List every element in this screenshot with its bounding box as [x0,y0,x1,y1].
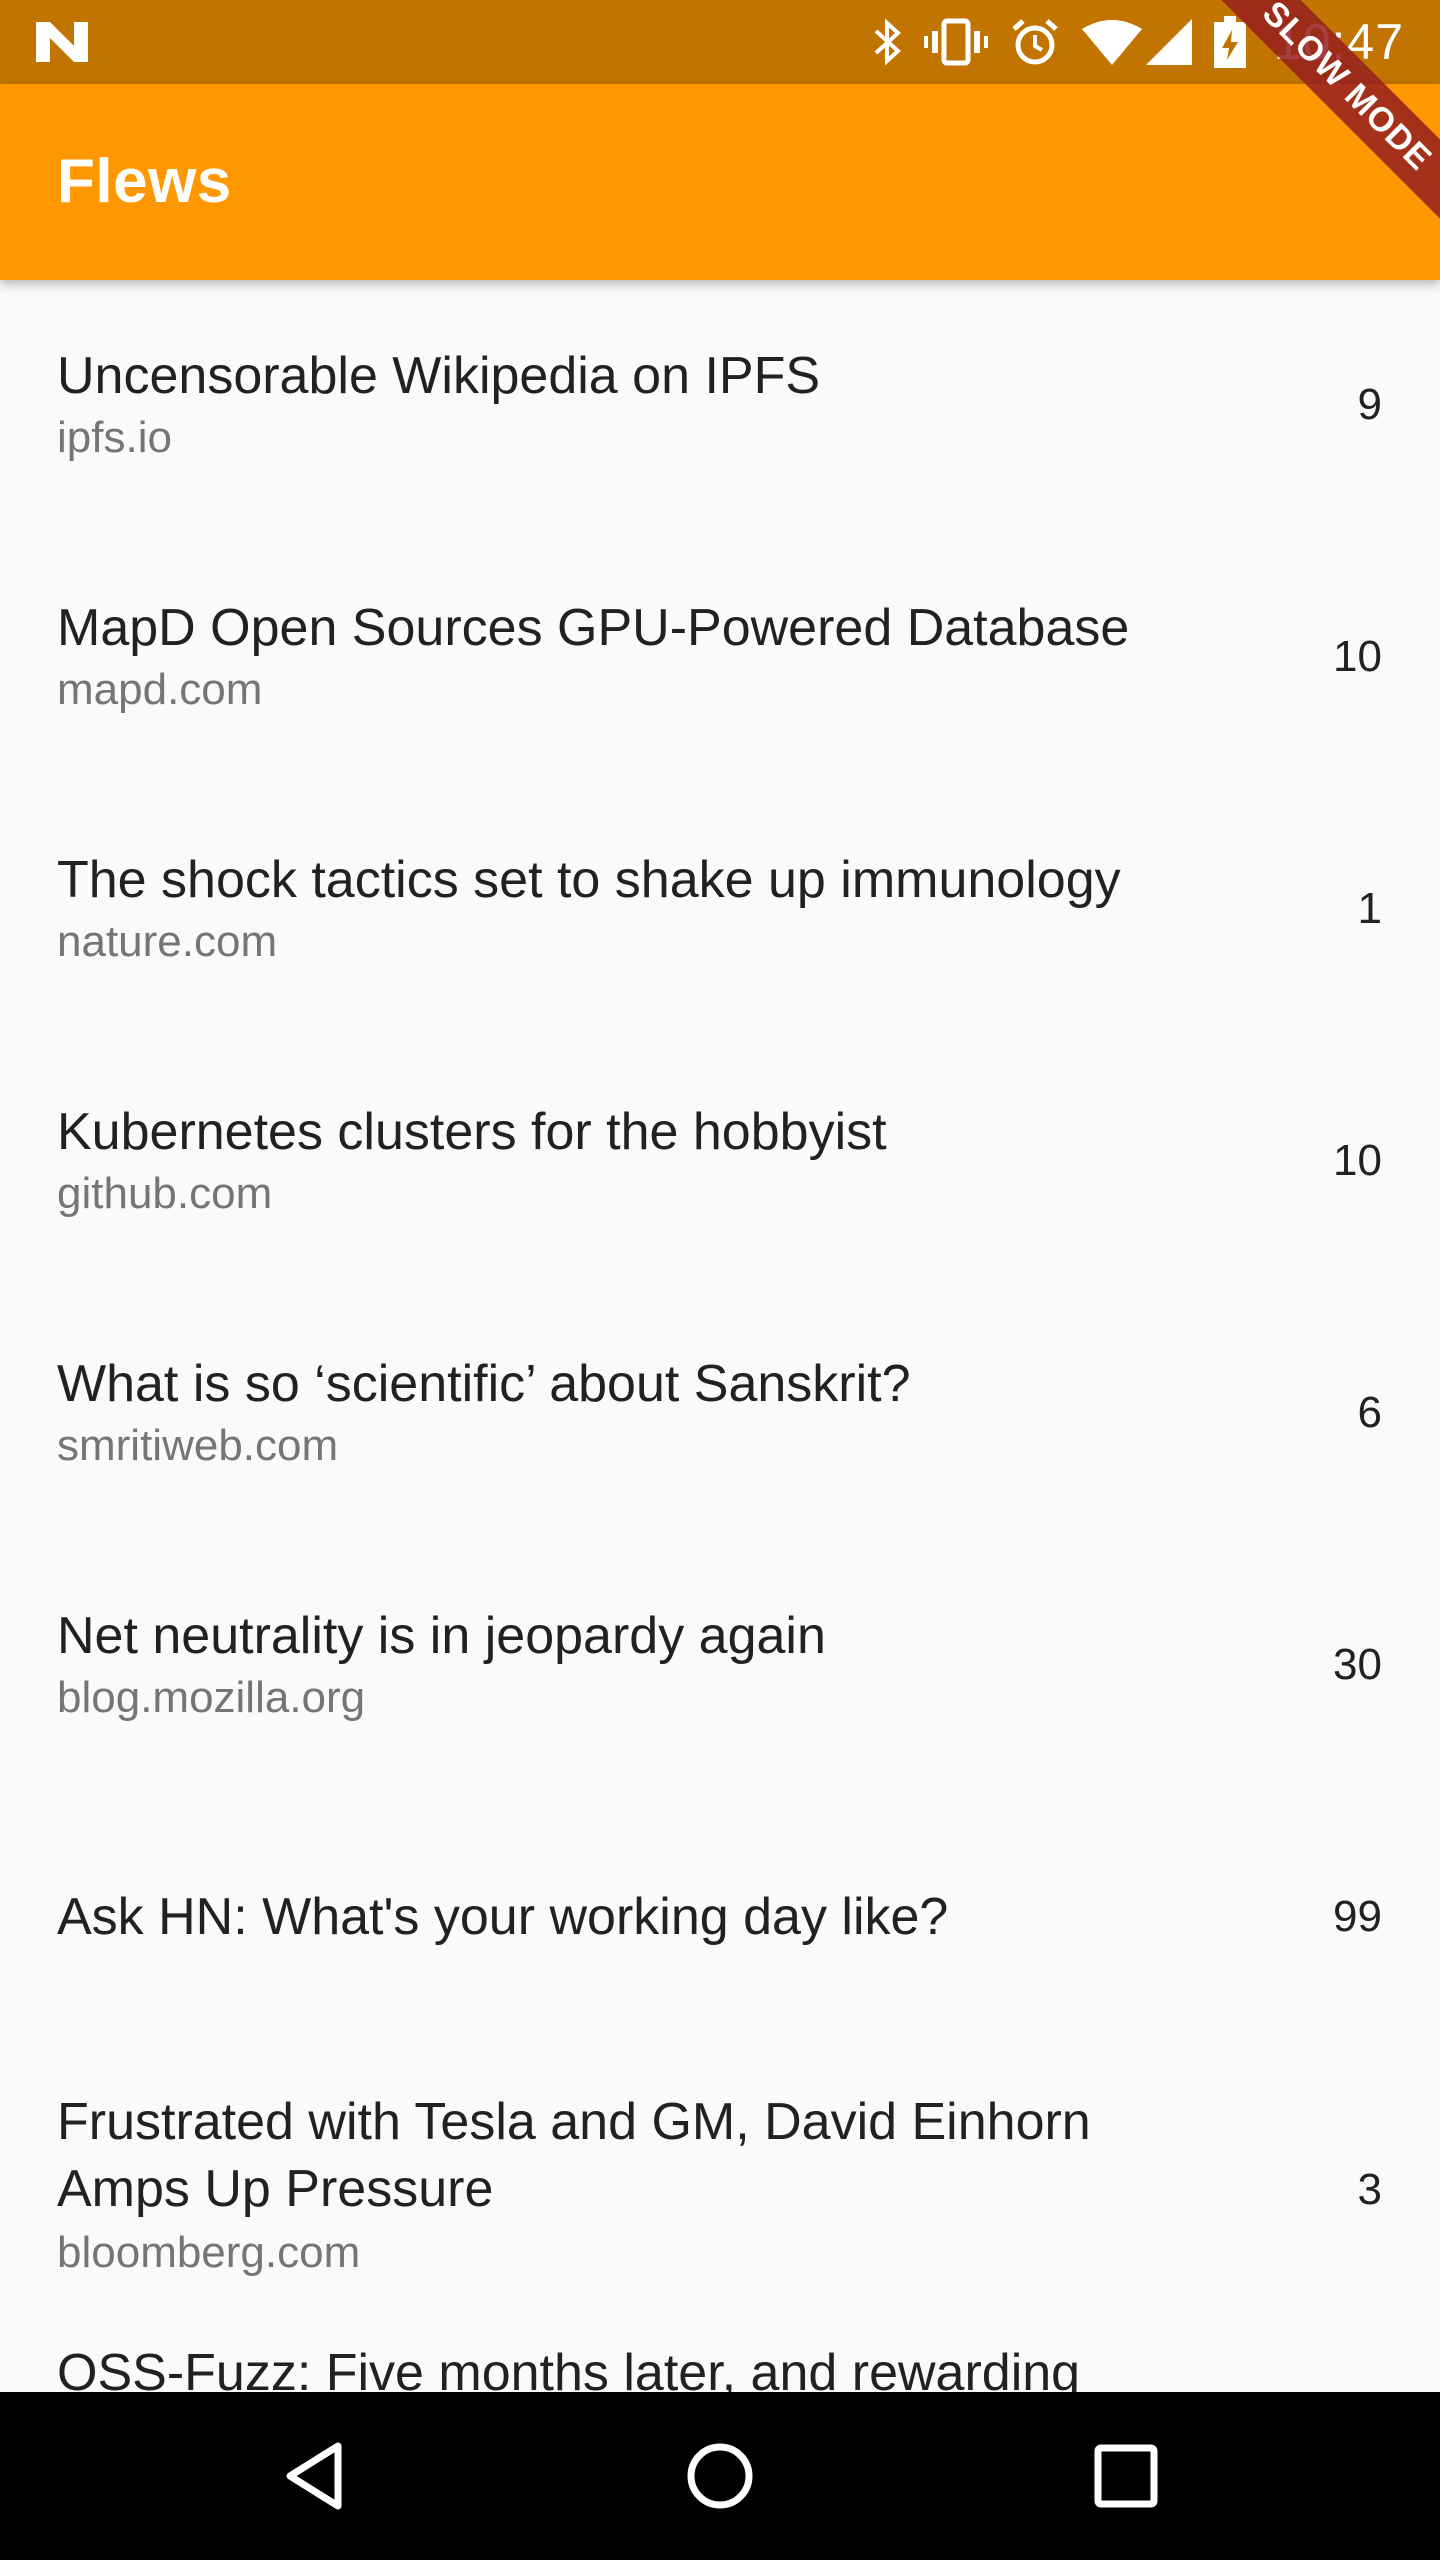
story-list[interactable]: Uncensorable Wikipedia on IPFS ipfs.io 9… [0,280,1440,2392]
story-item[interactable]: Net neutrality is in jeopardy again blog… [0,1540,1440,1792]
story-item[interactable]: Kubernetes clusters for the hobbyist git… [0,1036,1440,1288]
story-score: 30 [1333,1640,1382,1689]
wifi-icon [1081,20,1142,65]
story-title: OSS-Fuzz: Five months later, and rewardi… [57,2344,1081,2392]
signal-icon [1145,19,1192,65]
story-item[interactable]: What is so ‘scientific’ about Sanskrit? … [0,1288,1440,1540]
story-item[interactable]: Ask HN: What's your working day like? 99 [0,1792,1440,2044]
navigation-bar [0,2392,1440,2560]
story-domain: github.com [57,1169,273,1218]
story-score: 6 [1357,1388,1382,1437]
story-domain: bloomberg.com [57,2228,361,2277]
story-score: 1 [1357,884,1382,933]
story-domain: mapd.com [57,665,263,714]
story-item[interactable]: MapD Open Sources GPU-Powered Database m… [0,532,1440,784]
story-score: 9 [1357,380,1382,429]
story-score: 3 [1357,2165,1382,2214]
app-title: Flews [57,147,232,216]
n-logo-icon [36,22,88,62]
story-title: What is so ‘scientific’ about Sanskrit? [57,1355,911,1413]
story-item[interactable]: Frustrated with Tesla and GM, David Einh… [0,2044,1440,2346]
status-bar: 10:47 [0,0,1440,84]
story-item[interactable]: Uncensorable Wikipedia on IPFS ipfs.io 9 [0,280,1440,532]
story-score: 10 [1333,632,1382,681]
story-title: Kubernetes clusters for the hobbyist [57,1103,887,1161]
story-domain: smritiweb.com [57,1421,339,1470]
story-domain: blog.mozilla.org [57,1673,366,1722]
back-icon[interactable] [276,2436,356,2516]
story-title: Ask HN: What's your working day like? [57,1888,949,1946]
status-time: 10:47 [1273,14,1404,70]
recents-icon[interactable] [1086,2436,1166,2516]
vibrate-icon [923,18,988,66]
story-domain: ipfs.io [57,413,172,462]
battery-icon [1213,16,1246,68]
app-bar: Flews [0,84,1440,280]
story-title: Net neutrality is in jeopardy again [57,1607,826,1665]
story-title: The shock tactics set to shake up immuno… [57,851,1121,909]
story-title: Uncensorable Wikipedia on IPFS [57,347,821,405]
story-score: 10 [1333,1136,1382,1185]
app-screen: 10:47 Flews SLOW MODE Uncensorable Wikip… [0,0,1440,2560]
story-domain: nature.com [57,917,278,966]
story-title: MapD Open Sources GPU-Powered Database [57,599,1130,657]
alarm-icon [1012,19,1058,65]
story-item[interactable]: OSS-Fuzz: Five months later, and rewardi… [0,2340,1440,2392]
home-icon[interactable] [680,2436,760,2516]
story-title: Frustrated with Tesla and GM, David Einh… [57,2093,1091,2218]
bluetooth-icon [874,18,901,66]
story-score: 99 [1333,1892,1382,1941]
story-item[interactable]: The shock tactics set to shake up immuno… [0,784,1440,1036]
